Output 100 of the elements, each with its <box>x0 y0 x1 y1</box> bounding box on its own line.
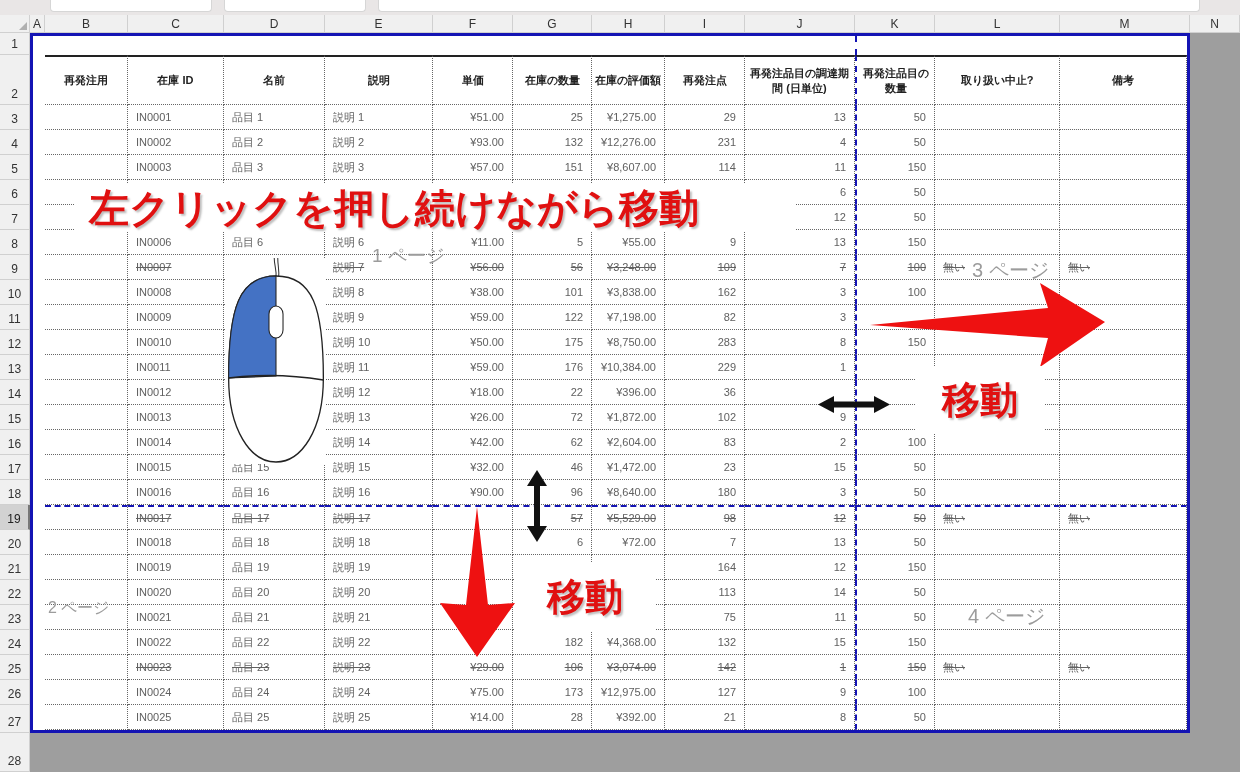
table-cell: ¥3,074.00 <box>592 655 665 680</box>
toolbar-field[interactable] <box>224 0 366 12</box>
table-cell: 1 <box>745 655 855 680</box>
row-number[interactable]: 13 <box>0 355 30 380</box>
callout-text: 左クリックを押し続けながら移動 <box>75 184 795 232</box>
column-header: 備考 <box>1060 55 1187 105</box>
table-cell: 品目 19 <box>224 555 325 580</box>
row-number[interactable]: 22 <box>0 580 30 605</box>
table-cell: 8 <box>745 705 855 730</box>
table-cell: ¥93.00 <box>433 130 513 155</box>
table-cell: ¥50.00 <box>433 330 513 355</box>
page-number-label: 4 ページ <box>968 606 1045 626</box>
table-cell: ¥72.00 <box>592 530 665 555</box>
row-number[interactable]: 20 <box>0 530 30 555</box>
table-cell: 無い <box>1060 655 1187 680</box>
move-label: 移動 <box>915 366 1045 434</box>
table-cell: 品目 3 <box>224 155 325 180</box>
column-header: 再発注用 <box>45 55 128 105</box>
table-cell: 品目 1 <box>224 105 325 130</box>
row-number[interactable]: 1 <box>0 33 30 55</box>
table-cell: ¥8,607.00 <box>592 155 665 180</box>
table-cell: 品目 23 <box>224 655 325 680</box>
table-cell: 品目 2 <box>224 130 325 155</box>
table-cell: 151 <box>513 155 592 180</box>
table-cell: 3 <box>745 480 855 505</box>
row-number[interactable]: 3 <box>0 105 30 130</box>
row-number[interactable]: 17 <box>0 455 30 480</box>
table-cell: ¥18.00 <box>433 380 513 405</box>
row-number[interactable]: 4 <box>0 130 30 155</box>
table-cell: 説明 3 <box>325 155 433 180</box>
table-cell: IN0019 <box>128 555 224 580</box>
row-number[interactable]: 5 <box>0 155 30 180</box>
row-number[interactable]: 9 <box>0 255 30 280</box>
row-number[interactable]: 7 <box>0 205 30 230</box>
row-number[interactable]: 21 <box>0 555 30 580</box>
row-number[interactable]: 11 <box>0 305 30 330</box>
row-number[interactable]: 14 <box>0 380 30 405</box>
table-cell: 無い <box>1060 255 1187 280</box>
table-cell: IN0002 <box>128 130 224 155</box>
table-cell: 説明 17 <box>325 505 433 530</box>
table-cell: 品目 17 <box>224 505 325 530</box>
row-number[interactable]: 23 <box>0 605 30 630</box>
row-number[interactable]: 25 <box>0 655 30 680</box>
page-number-label: 2 ページ <box>48 600 110 616</box>
table-cell: 100 <box>855 255 935 280</box>
row-number[interactable]: 26 <box>0 680 30 705</box>
table-cell: ¥42.00 <box>433 430 513 455</box>
table-cell: 50 <box>855 580 935 605</box>
row-number[interactable]: 16 <box>0 430 30 455</box>
row-number[interactable]: 8 <box>0 230 30 255</box>
table-cell: 25 <box>513 105 592 130</box>
row-number[interactable]: 12 <box>0 330 30 355</box>
move-label: 移動 <box>515 563 655 631</box>
row-number[interactable]: 18 <box>0 480 30 505</box>
row-number[interactable]: 28 <box>0 733 30 772</box>
table-cell: ¥8,750.00 <box>592 330 665 355</box>
table-cell: 説明 20 <box>325 580 433 605</box>
row-number[interactable]: 6 <box>0 180 30 205</box>
row-number[interactable]: 2 <box>0 55 30 105</box>
table-cell: IN0013 <box>128 405 224 430</box>
row-number[interactable]: 27 <box>0 705 30 733</box>
toolbar-field[interactable] <box>378 0 1200 12</box>
table-cell: 品目 16 <box>224 480 325 505</box>
table-cell: 98 <box>665 505 745 530</box>
column-header: 再発注品目の調達期間 (日単位) <box>745 55 855 105</box>
table-cell: ¥392.00 <box>592 705 665 730</box>
row-number[interactable]: 15 <box>0 405 30 430</box>
row-number[interactable]: 19 <box>0 505 30 530</box>
table-cell: IN0017 <box>128 505 224 530</box>
table-cell: 50 <box>855 505 935 530</box>
table-cell: 2 <box>745 430 855 455</box>
table-cell: ¥29.00 <box>433 655 513 680</box>
table-cell: ¥12,276.00 <box>592 130 665 155</box>
table-cell: 無い <box>935 655 1060 680</box>
table-cell: 無い <box>935 505 1060 530</box>
table-cell: ¥5,529.00 <box>592 505 665 530</box>
table-cell: IN0015 <box>128 455 224 480</box>
table-cell: 品目 24 <box>224 680 325 705</box>
row-number[interactable]: 24 <box>0 630 30 655</box>
column-header: 単価 <box>433 55 513 105</box>
table-cell: 50 <box>855 205 935 230</box>
table-cell: 14 <box>745 580 855 605</box>
table-cell: 50 <box>855 605 935 630</box>
row-number[interactable]: 10 <box>0 280 30 305</box>
table-cell: ¥8,640.00 <box>592 480 665 505</box>
toolbar-field[interactable] <box>50 0 212 12</box>
table-cell: 150 <box>855 230 935 255</box>
table-cell: ¥10,384.00 <box>592 355 665 380</box>
table-cell: 13 <box>745 105 855 130</box>
table-cell: ¥59.00 <box>433 305 513 330</box>
table-cell: 品目 18 <box>224 530 325 555</box>
table-cell: IN0008 <box>128 280 224 305</box>
table-cell: 122 <box>513 305 592 330</box>
table-cell: 72 <box>513 405 592 430</box>
table-cell: 11 <box>745 605 855 630</box>
table-cell: 50 <box>855 180 935 205</box>
table-cell: IN0014 <box>128 430 224 455</box>
table-cell: 説明 16 <box>325 480 433 505</box>
table-cell: 231 <box>665 130 745 155</box>
table-cell: ¥1,275.00 <box>592 105 665 130</box>
